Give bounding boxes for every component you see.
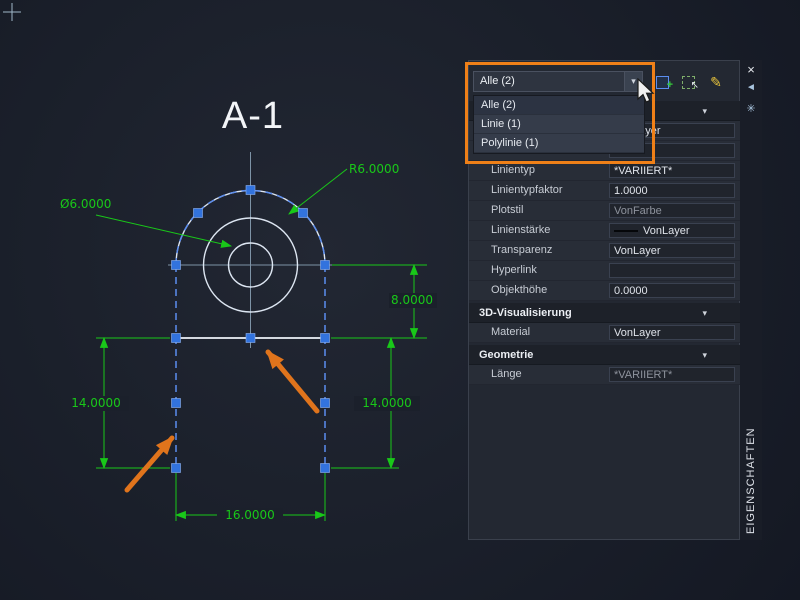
properties-menu-icon[interactable]: ✳: [740, 102, 762, 115]
property-row: Linienstärke VonLayer: [469, 221, 741, 241]
grip[interactable]: [246, 186, 255, 195]
property-value[interactable]: [609, 263, 735, 278]
lineweight-preview: [614, 230, 638, 232]
dropdown-item-polylinie[interactable]: Polylinie (1): [474, 134, 644, 153]
property-label[interactable]: Plotstil: [491, 204, 523, 216]
property-value[interactable]: 0.0000: [609, 283, 735, 298]
property-label[interactable]: Objekthöhe: [491, 284, 547, 296]
section-title: 3D-Visualisierung: [479, 307, 572, 319]
property-label[interactable]: Linientyp: [491, 164, 535, 176]
property-row: Linientyp *VARIIERT*: [469, 161, 741, 181]
chevron-down-icon[interactable]: ▾: [702, 303, 707, 323]
autohide-icon[interactable]: ◄: [740, 82, 762, 93]
section-title: Geometrie: [479, 349, 533, 361]
dim-text-14-left[interactable]: 14.0000: [71, 396, 121, 410]
properties-palette: + ↖ ✎ ▾ VonLayer Linientyp *VARIIERT* Li…: [468, 60, 740, 540]
grip[interactable]: [321, 334, 330, 343]
grip[interactable]: [321, 261, 330, 270]
dim-text-radius[interactable]: R6.0000: [349, 162, 399, 176]
property-label[interactable]: Linienstärke: [491, 224, 550, 236]
section-header-geometrie[interactable]: Geometrie ▾: [469, 345, 741, 365]
property-row: Transparenz VonLayer: [469, 241, 741, 261]
grip[interactable]: [321, 399, 330, 408]
property-row: Material VonLayer: [469, 323, 741, 343]
property-value[interactable]: *VARIIERT*: [609, 163, 735, 178]
property-value[interactable]: *VARIIERT*: [609, 367, 735, 382]
property-value[interactable]: 1.0000: [609, 183, 735, 198]
property-row: Linientypfaktor 1.0000: [469, 181, 741, 201]
chevron-down-icon[interactable]: ▾: [624, 72, 642, 91]
property-label[interactable]: Linientypfaktor: [491, 184, 563, 196]
property-value[interactable]: VonLayer: [609, 243, 735, 258]
dropdown-item-linie[interactable]: Linie (1): [474, 115, 644, 134]
chevron-down-icon[interactable]: ▾: [702, 345, 707, 365]
crosshair-icon: [3, 3, 21, 21]
dim-text-16[interactable]: 16.0000: [225, 508, 275, 522]
dim-text-8[interactable]: 8.0000: [391, 293, 433, 307]
property-row: Hyperlink: [469, 261, 741, 281]
property-label[interactable]: Transparenz: [491, 244, 552, 256]
annotation-arrow-right: [268, 352, 317, 411]
property-value[interactable]: VonFarbe: [609, 203, 735, 218]
chevron-down-icon[interactable]: ▾: [702, 101, 707, 121]
palette-vertical-title: EIGENSCHAFTEN: [741, 418, 761, 544]
pickadd-toggle-icon[interactable]: +: [655, 73, 673, 91]
property-row: Objekthöhe 0.0000: [469, 281, 741, 301]
drawing-title[interactable]: A-1: [222, 95, 284, 137]
grip[interactable]: [299, 209, 308, 218]
dropdown-item-alle[interactable]: Alle (2): [474, 96, 644, 115]
annotation-arrow-left: [127, 438, 172, 490]
property-label[interactable]: Länge: [491, 368, 522, 380]
autocad-window: A-1 8.0000 14.0000 14.0000: [0, 0, 800, 600]
grip[interactable]: [172, 334, 181, 343]
pickadd-plus: +: [667, 80, 673, 90]
grip[interactable]: [172, 464, 181, 473]
grip[interactable]: [246, 334, 255, 343]
grip[interactable]: [172, 399, 181, 408]
combo-value: Alle (2): [480, 75, 515, 87]
radius-leader[interactable]: [289, 169, 347, 214]
selection-filter-combo[interactable]: Alle (2) ▾: [473, 71, 643, 92]
property-row: Plotstil VonFarbe: [469, 201, 741, 221]
grip[interactable]: [194, 209, 203, 218]
property-label[interactable]: Hyperlink: [491, 264, 537, 276]
select-objects-icon[interactable]: ↖: [681, 73, 699, 91]
grip[interactable]: [172, 261, 181, 270]
grip[interactable]: [321, 464, 330, 473]
selection-filter-dropdown: Alle (2) Linie (1) Polylinie (1): [473, 95, 645, 154]
quick-select-pencil-glyph: ✎: [710, 74, 722, 91]
dim-text-diameter[interactable]: Ø6.0000: [60, 197, 111, 211]
diameter-leader[interactable]: [96, 215, 231, 246]
select-cursor-glyph: ↖: [691, 81, 699, 91]
dim-text-14-right[interactable]: 14.0000: [362, 396, 412, 410]
property-value[interactable]: VonLayer: [609, 223, 735, 238]
property-row: Länge *VARIIERT*: [469, 365, 741, 385]
section-header-3d[interactable]: 3D-Visualisierung ▾: [469, 303, 741, 323]
property-label[interactable]: Material: [491, 326, 530, 338]
close-icon[interactable]: ×: [740, 62, 762, 77]
quick-select-icon[interactable]: ✎: [707, 73, 725, 91]
property-value[interactable]: VonLayer: [609, 325, 735, 340]
